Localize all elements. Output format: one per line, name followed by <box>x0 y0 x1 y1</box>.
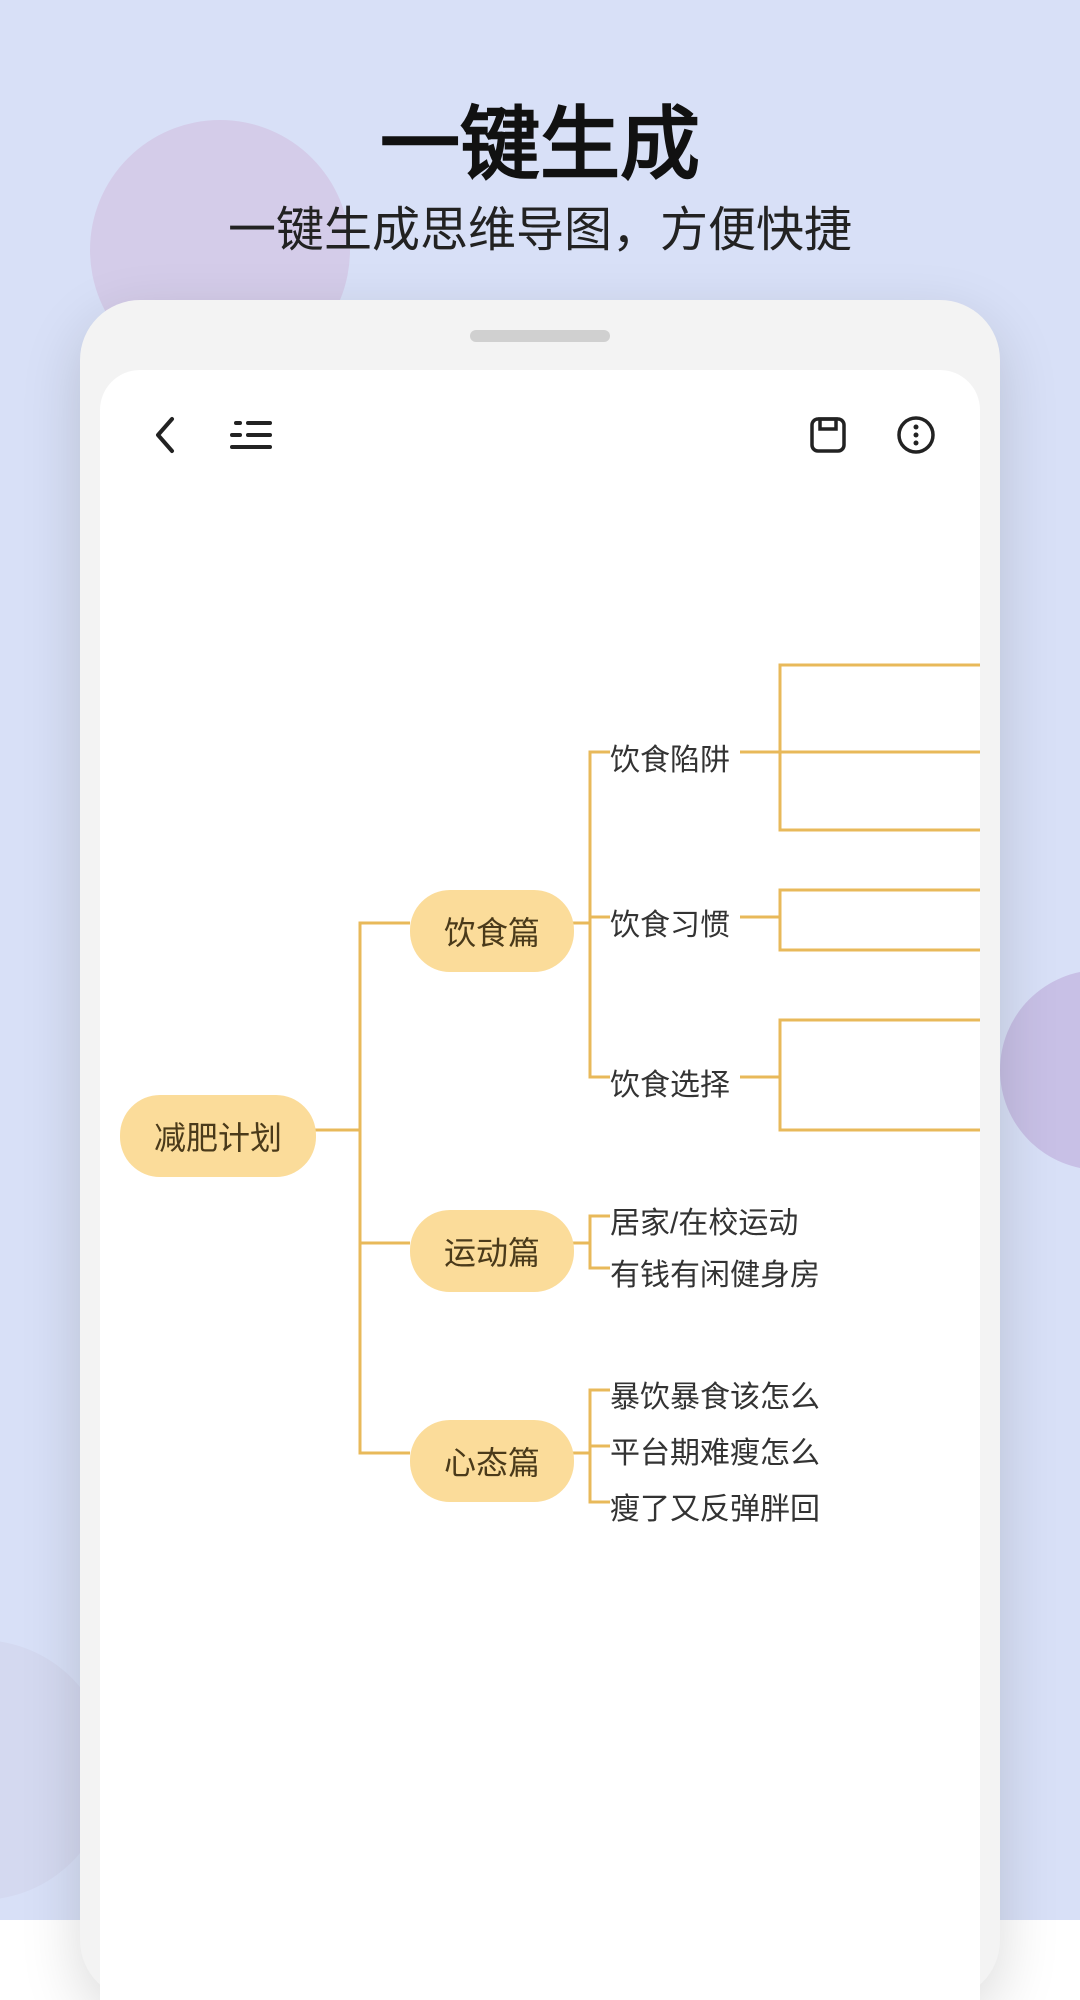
mindmap-canvas[interactable]: 减肥计划 饮食篇 运动篇 心态篇 饮食陷阱 饮食习惯 饮食选择 居家/在校运动 … <box>100 500 980 2000</box>
app-screen: 减肥计划 饮食篇 运动篇 心态篇 饮食陷阱 饮食习惯 饮食选择 居家/在校运动 … <box>100 370 980 2000</box>
toolbar <box>100 370 980 500</box>
phone-speaker <box>470 330 610 342</box>
phone-mockup: 减肥计划 饮食篇 运动篇 心态篇 饮食陷阱 饮食习惯 饮食选择 居家/在校运动 … <box>80 300 1000 2000</box>
mindmap-leaf-node[interactable]: 暴饮暴食该怎么 <box>610 1372 820 1416</box>
mindmap-leaf-node[interactable]: 饮食习惯 <box>610 900 730 944</box>
mindmap-branch-node[interactable]: 饮食篇 <box>410 890 574 972</box>
mindmap-branch-node[interactable]: 运动篇 <box>410 1210 574 1292</box>
mindmap-branch-node[interactable]: 心态篇 <box>410 1420 574 1502</box>
mindmap-leaf-node[interactable]: 平台期难瘦怎么 <box>610 1428 820 1472</box>
promo-subhead: 一键生成思维导图，方便快捷 <box>0 190 1080 260</box>
save-icon <box>808 415 848 455</box>
mindmap-leaf-node[interactable]: 有钱有闲健身房 <box>610 1250 820 1294</box>
more-button[interactable] <box>892 411 940 459</box>
promo-headline: 一键生成 <box>0 80 1080 196</box>
mindmap-leaf-node[interactable]: 饮食陷阱 <box>610 735 730 779</box>
save-button[interactable] <box>804 411 852 459</box>
more-vertical-icon <box>896 415 936 455</box>
decoration-circle <box>1000 970 1080 1170</box>
mindmap-root-node[interactable]: 减肥计划 <box>120 1095 316 1177</box>
mindmap-leaf-node[interactable]: 瘦了又反弹胖回 <box>610 1484 820 1528</box>
back-button[interactable] <box>140 411 188 459</box>
chevron-left-icon <box>150 415 178 455</box>
list-icon <box>230 417 274 453</box>
outline-button[interactable] <box>228 411 276 459</box>
mindmap-leaf-node[interactable]: 饮食选择 <box>610 1060 730 1104</box>
mindmap-leaf-node[interactable]: 居家/在校运动 <box>610 1198 798 1242</box>
